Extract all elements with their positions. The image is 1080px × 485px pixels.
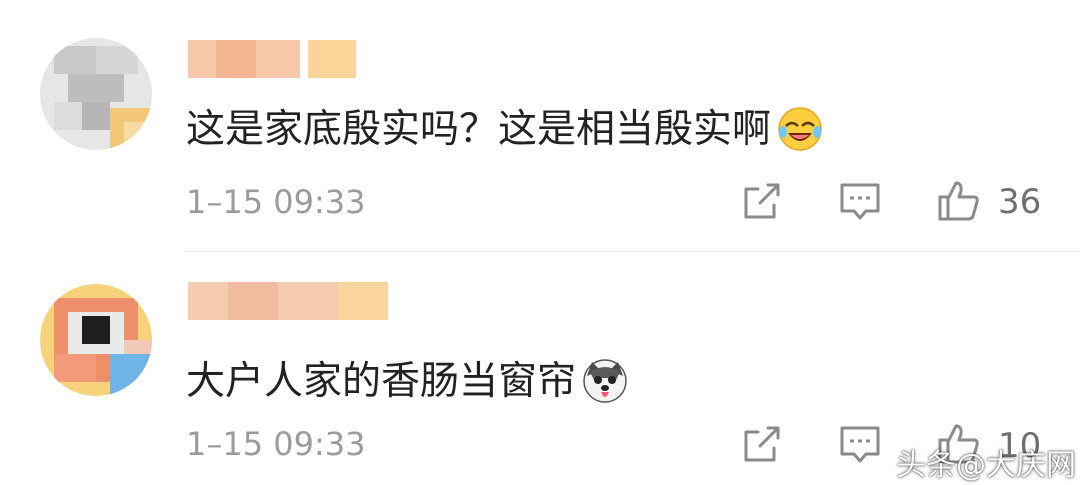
- share-icon[interactable]: [738, 420, 786, 468]
- avatar[interactable]: [40, 284, 152, 396]
- username[interactable]: [188, 282, 388, 320]
- comment-text: 这是家底殷实吗？这是相当殷实啊: [186, 104, 823, 156]
- username[interactable]: [188, 40, 358, 78]
- share-icon[interactable]: [738, 177, 786, 225]
- comment-icon[interactable]: [836, 177, 884, 225]
- comment-item: 这是家底殷实吗？这是相当殷实啊 1–15 09:33 36: [0, 0, 1080, 252]
- avatar[interactable]: [40, 38, 152, 150]
- comment-text-content: 这是家底殷实吗？这是相当殷实啊: [186, 107, 772, 152]
- like-count: 36: [998, 182, 1042, 222]
- thumbs-up-icon[interactable]: [934, 177, 982, 225]
- comment-time: 1–15 09:33: [186, 425, 366, 463]
- comment-icon[interactable]: [836, 420, 884, 468]
- comment-text: 大户人家的香肠当窗帘: [186, 356, 628, 408]
- comment-time: 1–15 09:33: [186, 183, 366, 221]
- comment-text-content: 大户人家的香肠当窗帘: [186, 359, 577, 404]
- husky-dog-emoji-icon: [583, 358, 627, 403]
- watermark: 头条@大庆网: [896, 448, 1076, 483]
- laugh-cry-emoji-icon: [778, 106, 822, 151]
